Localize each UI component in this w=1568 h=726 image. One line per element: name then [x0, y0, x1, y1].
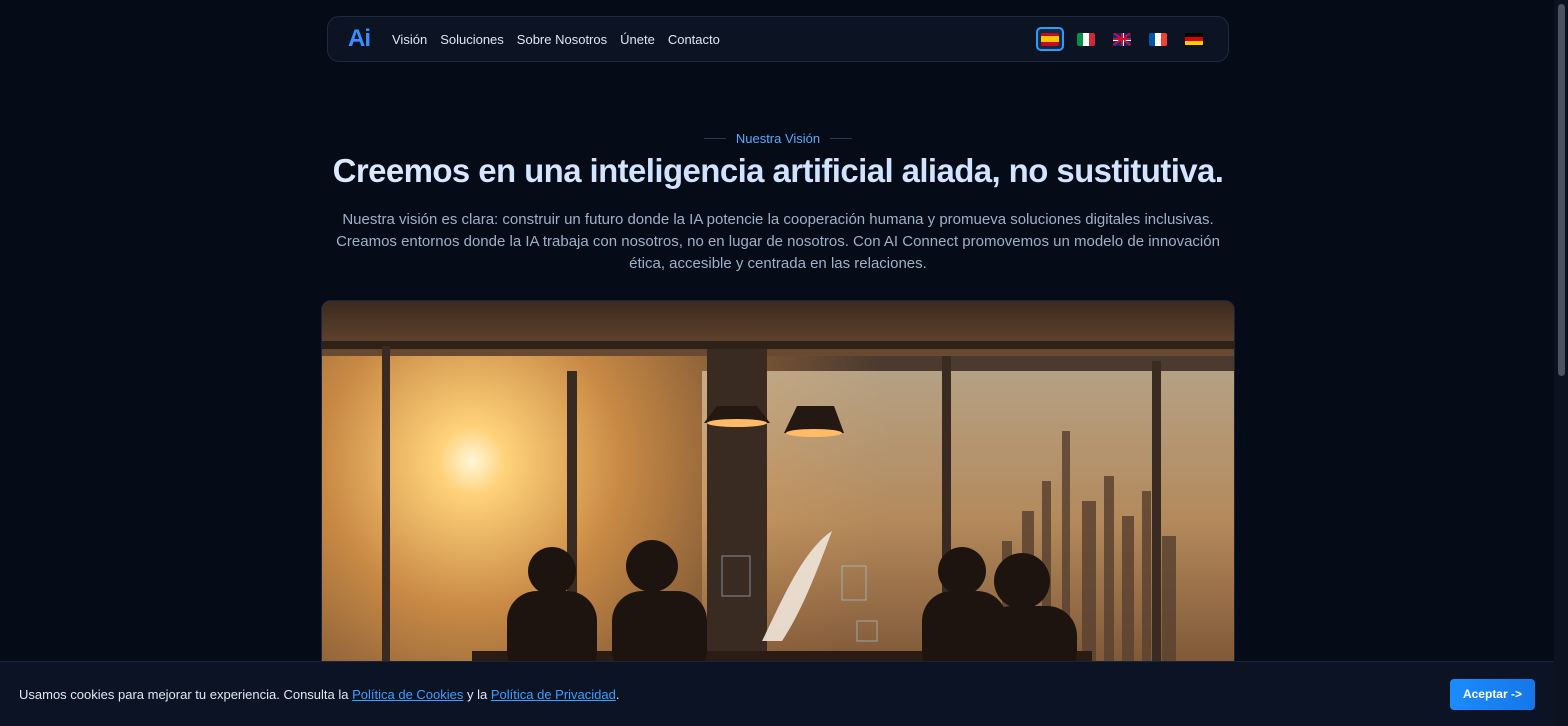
language-fr-button[interactable]	[1144, 27, 1172, 51]
language-it-button[interactable]	[1072, 27, 1100, 51]
france-flag-icon	[1149, 32, 1167, 46]
privacy-policy-link[interactable]: Política de Privacidad	[491, 687, 616, 702]
ai-logo[interactable]: Ai	[348, 25, 374, 53]
nav-links: Visión Soluciones Sobre Nosotros Únete C…	[392, 32, 733, 47]
nav-link-unete[interactable]: Únete	[620, 32, 655, 47]
uk-flag-icon	[1113, 32, 1131, 46]
nav-link-contacto[interactable]: Contacto	[668, 32, 720, 47]
cookie-message: Usamos cookies para mejorar tu experienc…	[19, 687, 620, 702]
hero-title: Creemos en una inteligencia artificial a…	[0, 152, 1556, 190]
nav-link-sobre-nosotros[interactable]: Sobre Nosotros	[517, 32, 607, 47]
eyebrow-label: Nuestra Visión	[735, 131, 821, 146]
cookie-text-middle: y la	[463, 686, 491, 702]
eyebrow-line-left	[703, 138, 726, 139]
cookie-policy-link[interactable]: Política de Cookies	[352, 687, 463, 702]
nav-link-vision[interactable]: Visión	[392, 32, 427, 47]
cookie-text-after: .	[615, 686, 620, 702]
office-meeting-illustration	[322, 301, 1234, 679]
scrollbar-thumb[interactable]	[1558, 4, 1565, 376]
hero-image	[321, 300, 1235, 680]
language-de-button[interactable]	[1180, 27, 1208, 51]
language-es-button[interactable]	[1036, 27, 1064, 51]
cookie-text-before: Usamos cookies para mejorar tu experienc…	[19, 686, 353, 702]
language-switcher	[1036, 27, 1208, 51]
accept-cookies-button[interactable]: Aceptar ->	[1449, 678, 1535, 710]
section-eyebrow: Nuestra Visión	[0, 131, 1556, 146]
logo-text: Ai	[348, 25, 371, 52]
top-navbar: Ai Visión Soluciones Sobre Nosotros Únet…	[327, 16, 1229, 62]
germany-flag-icon	[1185, 32, 1203, 46]
language-en-button[interactable]	[1108, 27, 1136, 51]
spain-flag-icon	[1041, 32, 1059, 46]
hero-description: Nuestra visión es clara: construir un fu…	[336, 211, 1220, 272]
eyebrow-line-right	[830, 138, 853, 139]
nav-link-soluciones[interactable]: Soluciones	[440, 32, 504, 47]
italy-flag-icon	[1077, 32, 1095, 46]
page-scrollbar[interactable]	[1554, 0, 1568, 726]
cookie-banner: Usamos cookies para mejorar tu experienc…	[0, 661, 1554, 726]
